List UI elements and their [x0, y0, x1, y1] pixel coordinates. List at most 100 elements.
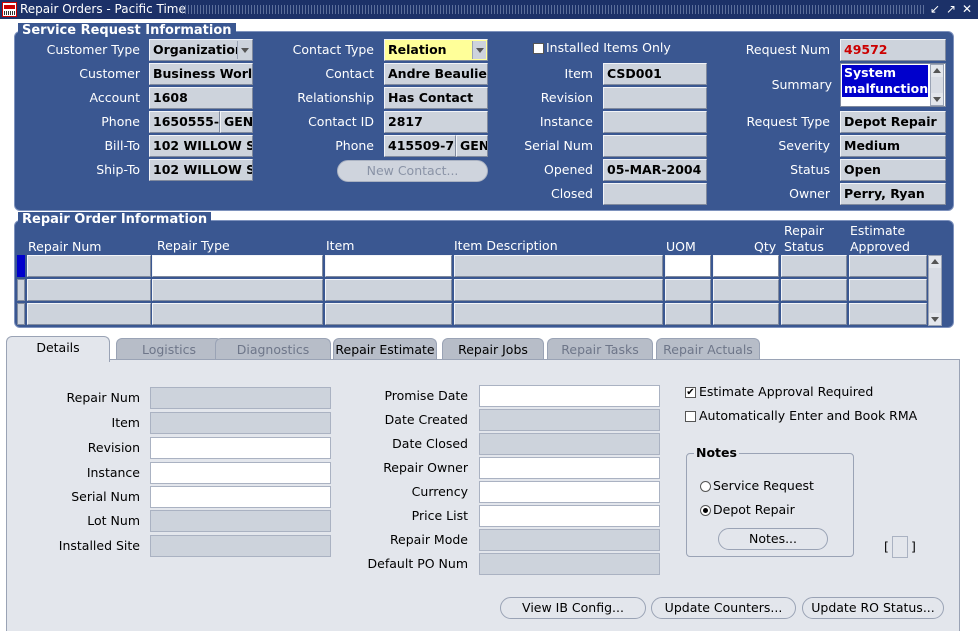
scroll-up-icon[interactable]	[931, 65, 943, 77]
cell-qty[interactable]	[713, 255, 779, 277]
notes-button[interactable]: Notes...	[718, 528, 828, 550]
cell-qty[interactable]	[713, 279, 779, 301]
request-num-field[interactable]: 49572	[840, 39, 946, 61]
tab-repair-jobs[interactable]: Repair Jobs	[442, 338, 544, 360]
cell-repair-num[interactable]	[27, 255, 151, 277]
tab-diagnostics[interactable]: Diagnostics	[215, 338, 331, 360]
small-indicator-field[interactable]	[892, 536, 908, 558]
severity-field[interactable]: Medium	[840, 135, 946, 157]
cell-item[interactable]	[325, 303, 452, 325]
installed-items-only-checkbox[interactable]	[533, 43, 544, 54]
tab-details[interactable]: Details	[6, 336, 110, 362]
item-field[interactable]: CSD001	[603, 63, 707, 85]
closed-field[interactable]	[603, 183, 707, 205]
bill-to-field[interactable]: 102 WILLOW ST	[149, 135, 253, 157]
instance-field[interactable]	[603, 111, 707, 133]
repair-mode-field[interactable]	[479, 529, 660, 551]
row-selector[interactable]	[17, 279, 25, 301]
contact-phone-field[interactable]: 415509-766	[384, 135, 456, 157]
cell-item-description[interactable]	[454, 255, 663, 277]
notes-service-request-radio[interactable]	[700, 481, 711, 492]
chevron-down-icon[interactable]	[472, 41, 486, 59]
date-created-field[interactable]	[479, 409, 660, 431]
repair-owner-field[interactable]	[479, 457, 660, 479]
revision-field[interactable]	[603, 87, 707, 109]
cell-repair-type[interactable]	[152, 303, 323, 325]
chevron-down-icon[interactable]	[237, 41, 251, 59]
contact-field[interactable]: Andre Beaulie-E	[384, 63, 488, 85]
update-ro-status-button[interactable]: Update RO Status...	[802, 597, 944, 619]
customer-field[interactable]: Business World	[149, 63, 253, 85]
new-contact-button[interactable]: New Contact...	[337, 160, 488, 182]
cell-estimate-approved[interactable]	[849, 255, 927, 277]
phone-field[interactable]: 1650555-09	[149, 111, 220, 133]
cell-uom[interactable]	[665, 303, 711, 325]
serial-num-field[interactable]	[603, 135, 707, 157]
scroll-up-icon[interactable]	[929, 256, 941, 268]
scroll-down-icon[interactable]	[931, 93, 943, 105]
cell-repair-num[interactable]	[27, 279, 151, 301]
cell-uom[interactable]	[665, 255, 711, 277]
date-closed-field[interactable]	[479, 433, 660, 455]
contact-phone-type-field[interactable]: GEN	[456, 135, 488, 157]
promise-date-field[interactable]	[479, 385, 660, 407]
detail-installed-site-field[interactable]	[150, 535, 331, 557]
opened-field[interactable]: 05-MAR-2004 11:	[603, 159, 707, 181]
col-estimate-approved-line1: Estimate	[850, 223, 906, 238]
owner-field[interactable]: Perry, Ryan	[840, 183, 946, 205]
price-list-field[interactable]	[479, 505, 660, 527]
cell-estimate-approved[interactable]	[849, 303, 927, 325]
cell-repair-status[interactable]	[781, 255, 847, 277]
row-selector[interactable]	[17, 255, 25, 277]
close-icon[interactable]: ✕	[960, 1, 974, 17]
cell-item-description[interactable]	[454, 279, 663, 301]
auto-enter-book-rma-checkbox[interactable]	[685, 411, 696, 422]
row-selector[interactable]	[17, 303, 25, 325]
default-po-num-field[interactable]	[479, 553, 660, 575]
notes-depot-repair-radio[interactable]	[700, 505, 711, 516]
cell-item-description[interactable]	[454, 303, 663, 325]
estimate-approval-required-checkbox[interactable]: ✔	[685, 387, 696, 398]
detail-repair-num-field[interactable]	[150, 387, 331, 409]
maximize-icon[interactable]: ↗	[944, 1, 958, 17]
repair-order-scrollbar[interactable]	[928, 255, 942, 326]
cell-repair-status[interactable]	[781, 303, 847, 325]
tab-repair-estimate[interactable]: Repair Estimate	[333, 338, 437, 360]
contact-id-field[interactable]: 2817	[384, 111, 488, 133]
cell-qty[interactable]	[713, 303, 779, 325]
ship-to-field[interactable]: 102 WILLOW ST	[149, 159, 253, 181]
status-field[interactable]: Open	[840, 159, 946, 181]
scroll-down-icon[interactable]	[929, 313, 941, 325]
cell-repair-num[interactable]	[27, 303, 151, 325]
detail-revision-field[interactable]	[150, 437, 331, 459]
tab-logistics[interactable]: Logistics	[116, 338, 222, 360]
relationship-field[interactable]: Has Contact	[384, 87, 488, 109]
cell-repair-type[interactable]	[152, 255, 323, 277]
detail-serial-num-label: Serial Num	[71, 489, 140, 504]
summary-scrollbar[interactable]	[930, 64, 944, 106]
detail-serial-num-field[interactable]	[150, 486, 331, 508]
tab-repair-tasks[interactable]: Repair Tasks	[547, 338, 653, 360]
cell-uom[interactable]	[665, 279, 711, 301]
summary-textarea[interactable]: System malfunction	[840, 63, 946, 107]
detail-instance-field[interactable]	[150, 462, 331, 484]
bracket-left: [	[884, 539, 889, 554]
cell-repair-type[interactable]	[152, 279, 323, 301]
minimize-icon[interactable]: ↙	[928, 1, 942, 17]
cell-repair-status[interactable]	[781, 279, 847, 301]
detail-lot-num-field[interactable]	[150, 510, 331, 532]
phone-type-field[interactable]: GEN	[220, 111, 253, 133]
notes-depot-repair-label: Depot Repair	[713, 502, 795, 517]
customer-type-select[interactable]: Organization	[149, 39, 253, 61]
request-type-field[interactable]: Depot Repair	[840, 111, 946, 133]
update-counters-button[interactable]: Update Counters...	[651, 597, 796, 619]
detail-item-field[interactable]	[150, 412, 331, 434]
cell-item[interactable]	[325, 279, 452, 301]
cell-item[interactable]	[325, 255, 452, 277]
currency-field[interactable]	[479, 481, 660, 503]
account-field[interactable]: 1608	[149, 87, 253, 109]
tab-repair-actuals[interactable]: Repair Actuals	[656, 338, 760, 360]
view-ib-config-button[interactable]: View IB Config...	[500, 597, 646, 619]
contact-type-select[interactable]: Relation	[384, 39, 488, 61]
cell-estimate-approved[interactable]	[849, 279, 927, 301]
